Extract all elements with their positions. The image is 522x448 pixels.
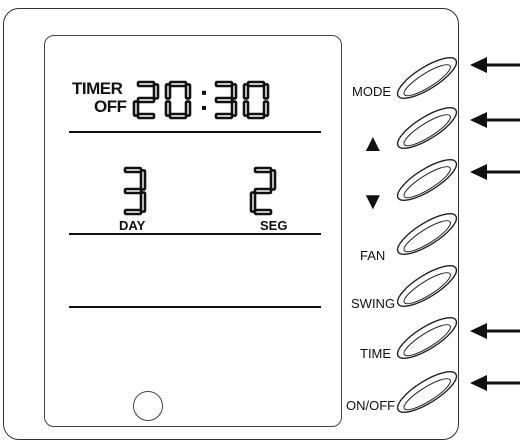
- on-off-button[interactable]: [395, 371, 459, 413]
- time-pointer-arrow-icon: [470, 322, 520, 340]
- lcd-divider-2: [69, 233, 321, 235]
- on-off-pointer-arrow-icon: [470, 374, 520, 392]
- lcd-divider-3: [69, 306, 321, 308]
- time-button[interactable]: [395, 317, 459, 359]
- timer-off-sublabel: OFF: [94, 97, 127, 116]
- mode-button[interactable]: [395, 57, 459, 99]
- down-pointer-arrow-icon: [470, 163, 520, 181]
- time-label: TIME: [360, 346, 392, 361]
- swing-button[interactable]: [395, 265, 459, 307]
- down-button[interactable]: [395, 159, 459, 201]
- lcd-sensor-circle: [133, 391, 163, 421]
- fan-label: FAN: [360, 248, 386, 263]
- up-pointer-arrow-icon: [470, 111, 520, 129]
- up-arrow-icon: ▲: [361, 130, 385, 157]
- mode-pointer-arrow-icon: [470, 56, 520, 74]
- on-off-label: ON/OFF: [346, 398, 396, 413]
- day-label: DAY: [119, 218, 146, 233]
- swing-label: SWING: [351, 296, 396, 311]
- fan-button[interactable]: [395, 213, 459, 255]
- down-arrow-icon: ▼: [361, 188, 385, 215]
- seg-label: SEG: [260, 218, 288, 233]
- timer-off-label: TIMER OFF: [72, 80, 127, 116]
- mode-label: MODE: [352, 84, 391, 99]
- timer-label: TIMER: [72, 79, 123, 98]
- lcd-divider-1: [69, 131, 321, 133]
- up-button[interactable]: [395, 107, 459, 149]
